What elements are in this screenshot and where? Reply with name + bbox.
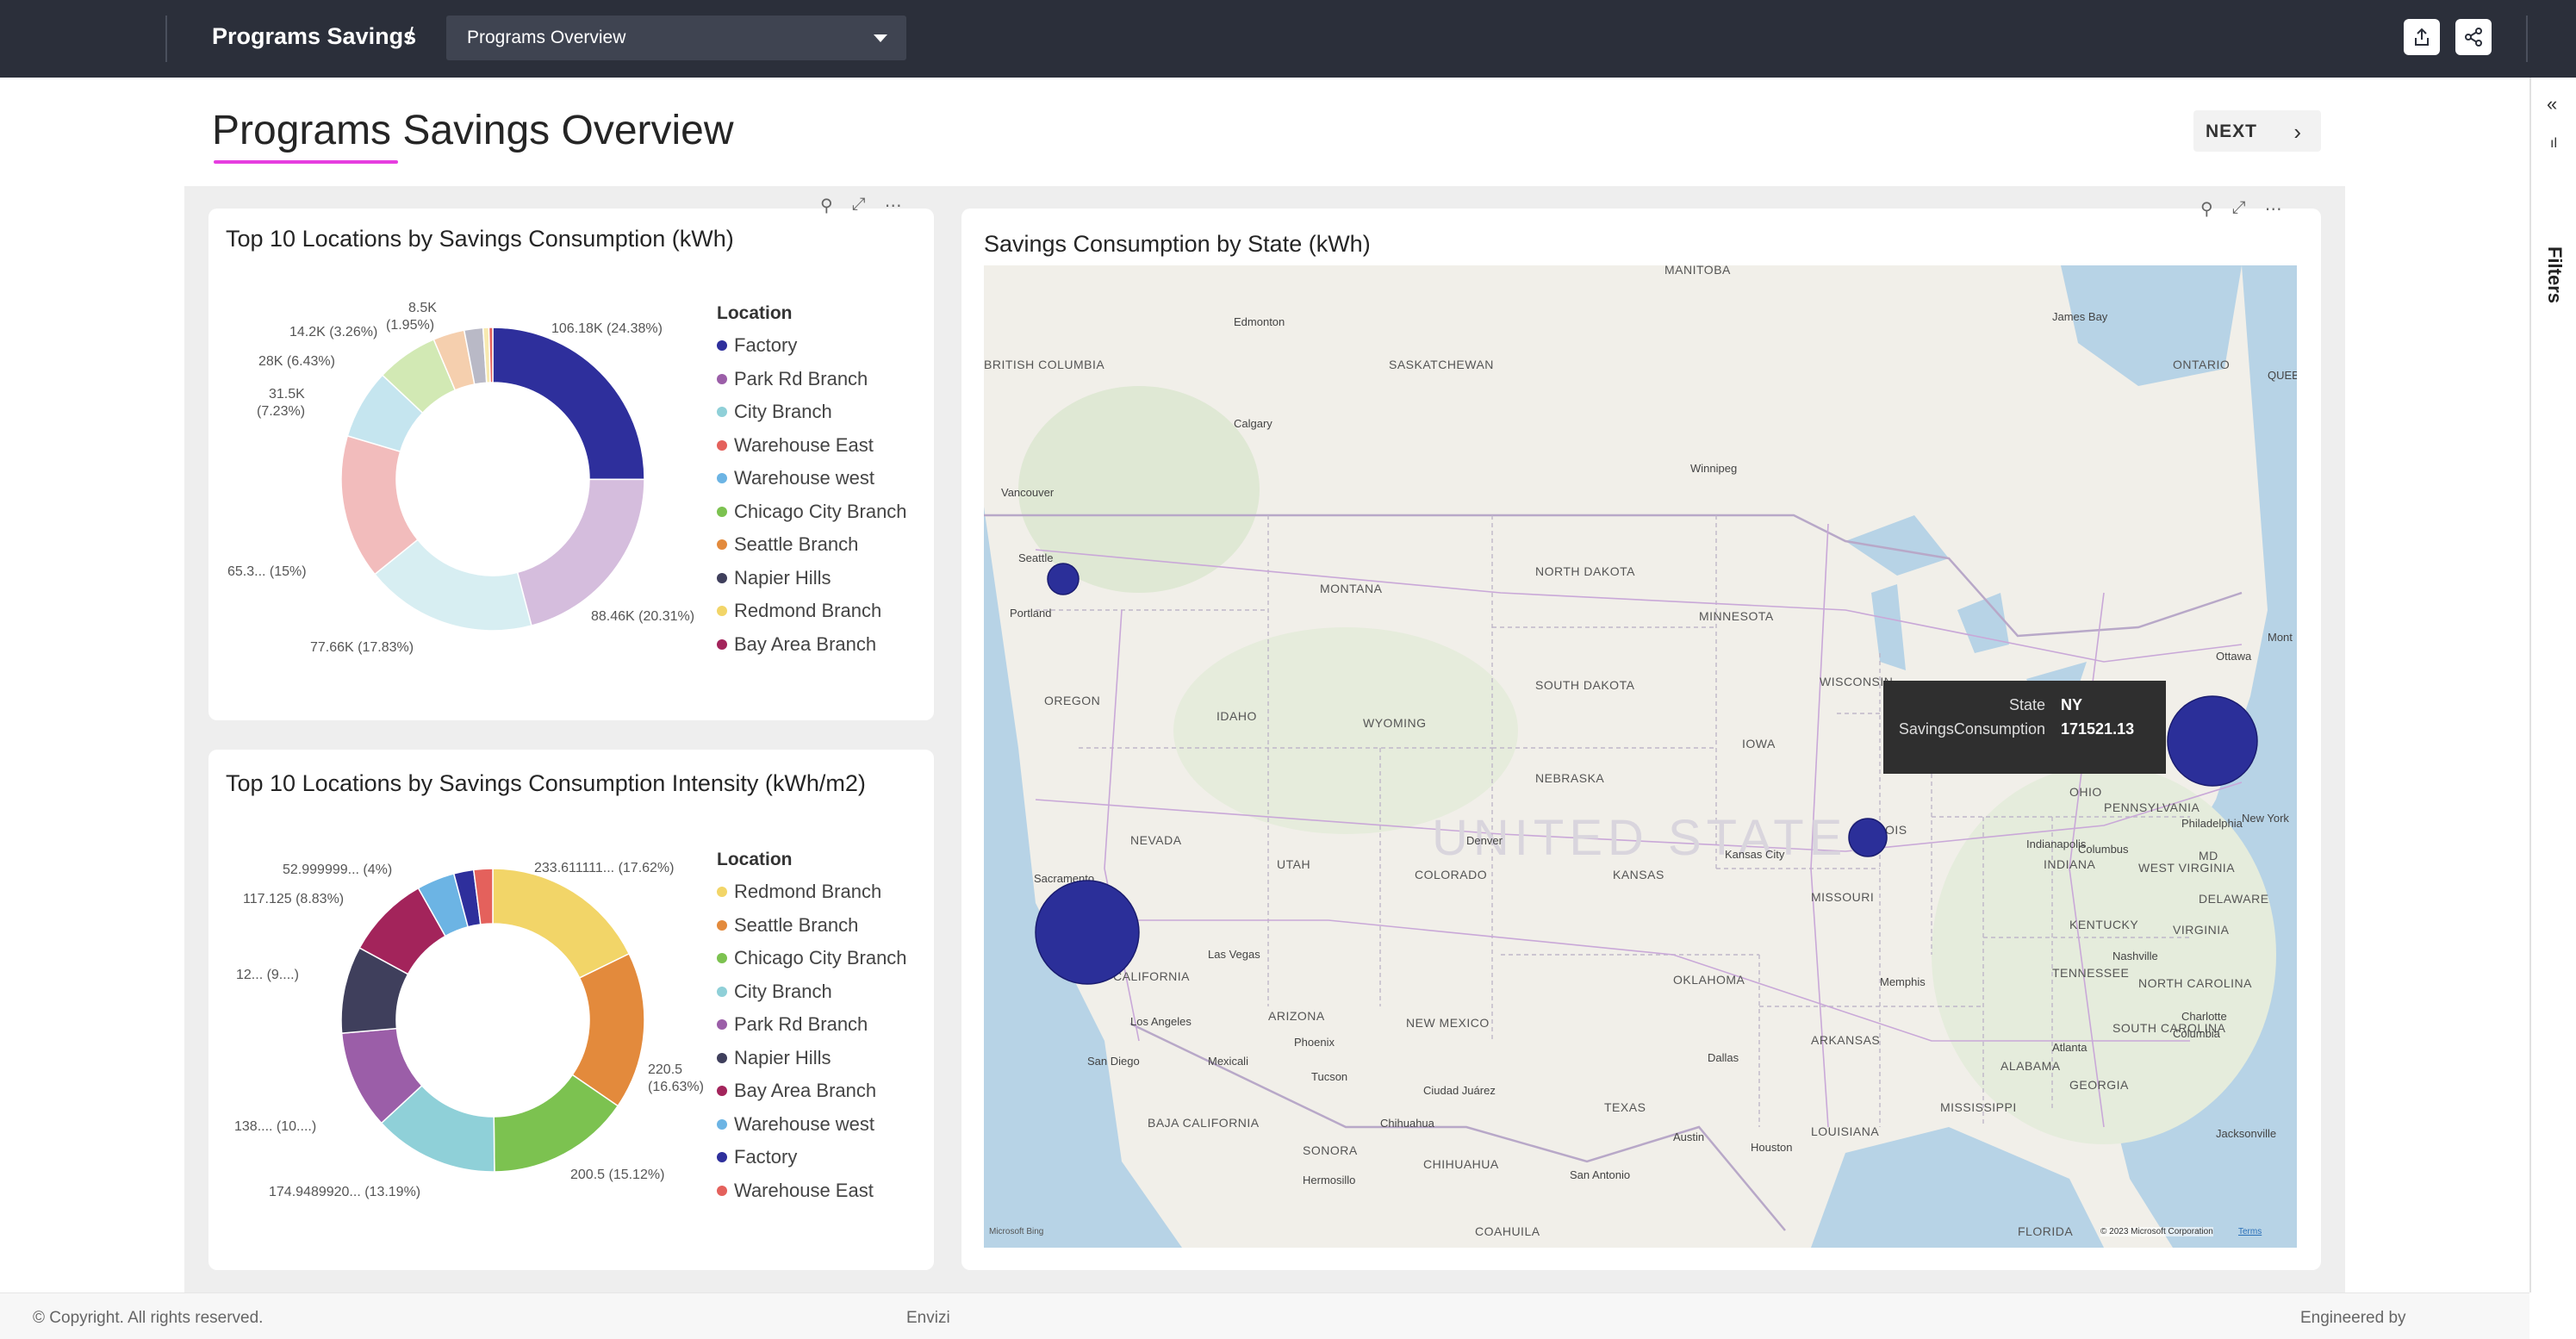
filters-pane[interactable]: « ıl Filters: [2529, 78, 2576, 1292]
slice-label: 117.125 (8.83%): [243, 892, 344, 906]
topbar-divider: [165, 16, 167, 62]
slice-label: 220.5: [648, 1062, 682, 1077]
map-tooltip: State NY SavingsConsumption 171521.13: [1883, 681, 2166, 774]
donut-slice[interactable]: [492, 868, 631, 979]
page-title-underline: [214, 160, 398, 164]
filters-label[interactable]: Filters: [2543, 246, 2566, 303]
breadcrumb-separator: /: [407, 22, 414, 49]
tooltip-metric-value: 171521.13: [2061, 720, 2135, 738]
caret-down-icon: [874, 34, 887, 42]
slice-label: 138.... (10....): [234, 1119, 316, 1134]
map-bubble[interactable]: [2167, 695, 2258, 787]
slice-label: 28K (6.43%): [258, 354, 335, 369]
export-icon: [2415, 28, 2429, 46]
focus-mode-icon[interactable]: ⤢: [2232, 198, 2246, 220]
next-button[interactable]: NEXT ›: [2193, 110, 2321, 152]
donut-slice[interactable]: [492, 327, 645, 481]
map-bubble[interactable]: [1047, 563, 1080, 595]
slice-label: 88.46K (20.31%): [591, 609, 694, 624]
donut-2-svg: 233.611111... (17.62%) 220.5 (16.63%) 20…: [234, 861, 704, 1199]
slice-label: 31.5K: [269, 387, 305, 402]
donut-1-svg: 106.18K (24.38%) 88.46K (20.31%) 77.66K …: [227, 301, 694, 655]
slice-label: 12... (9....): [236, 968, 299, 982]
slice-label: 8.5K: [408, 301, 437, 315]
slice-label: 52.999999... (4%): [283, 863, 392, 877]
donut-slice[interactable]: [516, 478, 645, 627]
filter-bars-icon: ıl: [2550, 136, 2557, 151]
copyright-text: © Copyright. All rights reserved.: [33, 1309, 264, 1327]
filter-icon[interactable]: ⚲: [2200, 198, 2213, 220]
page-select-value: Programs Overview: [467, 28, 626, 47]
bing-attribution: Microsoft Bing: [989, 1227, 1044, 1236]
tooltip-metric-label: SavingsConsumption: [1898, 720, 2045, 738]
visual-header-2: ⚲ ⤢ ⋯: [2200, 198, 2282, 220]
slice-label: 14.2K (3.26%): [289, 325, 377, 339]
slice-label: (16.63%): [648, 1080, 704, 1094]
app-title[interactable]: Programs Savings: [212, 23, 416, 50]
terms-link[interactable]: Terms: [2238, 1227, 2262, 1236]
slice-label: 65.3... (15%): [227, 564, 307, 579]
slice-label: 174.9489920... (13.19%): [269, 1185, 420, 1199]
footer: © Copyright. All rights reserved. Envizi…: [0, 1292, 2529, 1339]
chevron-right-icon: ›: [2293, 119, 2302, 145]
chart-title: Savings Consumption by State (kWh): [984, 231, 1371, 257]
export-button[interactable]: [2404, 19, 2440, 55]
chevron-double-left-icon[interactable]: «: [2547, 93, 2557, 115]
topbar-divider-right: [2526, 16, 2528, 62]
slice-label: (7.23%): [257, 404, 305, 419]
slice-label: 106.18K (24.38%): [551, 321, 663, 336]
engineered-by: Engineered by: [2300, 1309, 2406, 1327]
footer-brand: Envizi: [906, 1309, 950, 1327]
slice-label: 200.5 (15.12%): [570, 1168, 664, 1182]
next-label: NEXT: [2206, 121, 2258, 141]
map-copyright: © 2023 Microsoft Corporation: [2100, 1227, 2213, 1236]
share-icon: [2465, 28, 2482, 47]
slice-label: 233.611111... (17.62%): [534, 861, 674, 875]
page-title: Programs Savings Overview: [212, 108, 734, 153]
map-bubble[interactable]: [1035, 880, 1140, 985]
page-select[interactable]: Programs Overview: [446, 16, 906, 60]
tooltip-state-value: NY: [2061, 696, 2083, 713]
slice-label: (1.95%): [386, 318, 434, 333]
more-options-icon[interactable]: ⋯: [2265, 198, 2282, 220]
top-bar: Programs Savings / Programs Overview: [0, 0, 2576, 78]
donut-slice[interactable]: [488, 327, 494, 383]
map-bubble[interactable]: [1848, 818, 1888, 857]
share-button[interactable]: [2455, 19, 2492, 55]
tooltip-state-label: State: [2008, 696, 2045, 713]
slice-label: 77.66K (17.83%): [310, 640, 414, 655]
